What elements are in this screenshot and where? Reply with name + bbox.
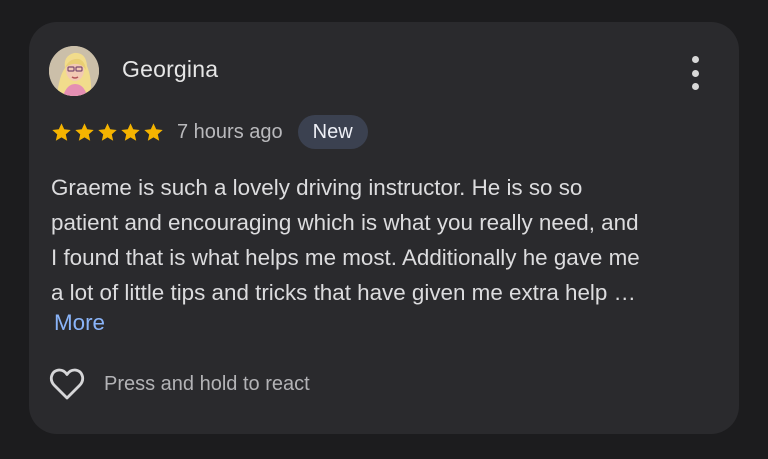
heart-outline-icon <box>49 368 85 400</box>
review-text-line: I found that is what helps me most. Addi… <box>51 245 640 270</box>
star-icon <box>75 122 94 141</box>
review-text-line: a lot of little tips and tricks that hav… <box>51 280 636 305</box>
react-label: Press and hold to react <box>104 372 310 395</box>
review-text-line: patient and encouraging which is what yo… <box>51 210 639 235</box>
review-card: Georgina 7 hours ago New Graeme is such … <box>29 22 739 434</box>
new-badge: New <box>297 115 368 149</box>
star-icon <box>121 122 140 141</box>
star-icon <box>144 122 163 141</box>
more-link[interactable]: More <box>54 310 105 336</box>
star-icon <box>52 122 71 141</box>
review-meta: 7 hours ago New <box>51 115 368 149</box>
review-time: 7 hours ago <box>177 120 283 143</box>
star-icon <box>98 122 117 141</box>
more-vert-icon-dot <box>691 56 699 63</box>
more-vert-icon-dot <box>691 83 699 90</box>
avatar[interactable] <box>49 46 99 96</box>
more-options-button[interactable] <box>681 56 709 90</box>
review-text-line: Graeme is such a lovely driving instruct… <box>51 175 583 200</box>
avatar-image <box>49 46 99 96</box>
review-text: Graeme is such a lovely driving instruct… <box>51 170 727 310</box>
author-name[interactable]: Georgina <box>122 56 218 83</box>
react-button[interactable]: Press and hold to react <box>49 366 310 402</box>
star-rating <box>51 122 166 143</box>
more-vert-icon-dot <box>691 69 699 77</box>
